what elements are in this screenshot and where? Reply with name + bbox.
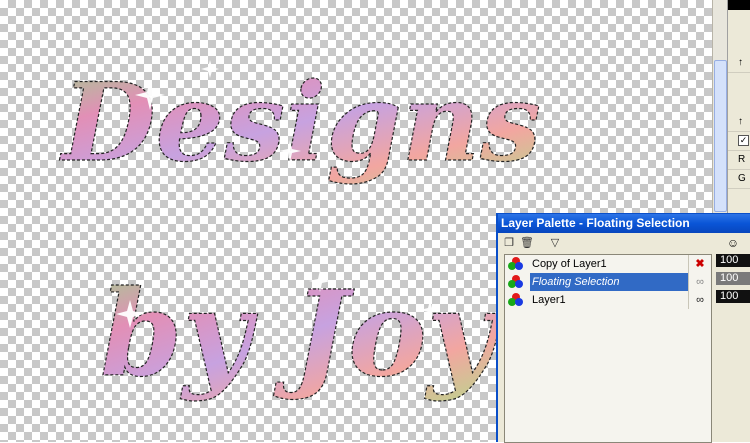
- layer-opacity-value[interactable]: 100: [716, 290, 750, 303]
- layer-row-floating-selection[interactable]: Floating Selection ∞: [505, 273, 711, 291]
- layer-palette-window: Layer Palette - Floating Selection ❐ 🗑︎ …: [496, 213, 750, 443]
- palette-title[interactable]: Layer Palette - Floating Selection: [498, 214, 750, 233]
- artwork-line-1: Designs: [59, 60, 541, 186]
- side-panel-row[interactable]: ↑: [728, 54, 750, 73]
- layer-name: Layer1: [532, 294, 566, 306]
- layer-row-layer1[interactable]: Layer1 ∞: [505, 291, 711, 309]
- layer-opacity-value[interactable]: 100: [716, 254, 750, 267]
- new-layer-icon[interactable]: ❐: [502, 236, 516, 250]
- visibility-on-icon[interactable]: ∞: [688, 273, 711, 291]
- layer-rgb-icon: [508, 275, 524, 289]
- scrollbar-thumb[interactable]: [714, 60, 727, 212]
- layer-row-copy-of-layer1[interactable]: Copy of Layer1 ✖: [505, 255, 711, 273]
- layer-rgb-icon: [508, 257, 524, 271]
- delete-layer-icon[interactable]: 🗑︎: [520, 236, 534, 250]
- opacity-icon[interactable]: ☺: [716, 233, 750, 253]
- side-panel-row[interactable]: ↑: [728, 113, 750, 132]
- opacity-column: 100 100 100: [716, 254, 750, 308]
- mask-icon[interactable]: ▽: [548, 236, 562, 250]
- visibility-off-icon[interactable]: ✖: [688, 255, 711, 273]
- layer-rgb-icon: [508, 293, 524, 307]
- side-panel: ↑ ↑ ✓ R G: [727, 0, 750, 220]
- layer-list: Copy of Layer1 ✖ Floating Selection ∞ La…: [504, 254, 712, 443]
- layer-name: Copy of Layer1: [532, 258, 607, 270]
- palette-toolbar: ❐ 🗑︎ ▽: [498, 233, 718, 253]
- side-panel-checkbox-row[interactable]: ✓: [728, 132, 750, 151]
- side-panel-row: R: [728, 151, 750, 170]
- visibility-on-icon[interactable]: ∞: [688, 291, 711, 309]
- side-panel-top-bar: [728, 0, 750, 10]
- artwork-line-2: by Joy: [100, 264, 503, 403]
- checkbox-icon[interactable]: ✓: [738, 135, 749, 146]
- layer-opacity-value[interactable]: 100: [716, 272, 750, 285]
- layer-name: Floating Selection: [530, 273, 688, 291]
- side-panel-row: G: [728, 170, 750, 189]
